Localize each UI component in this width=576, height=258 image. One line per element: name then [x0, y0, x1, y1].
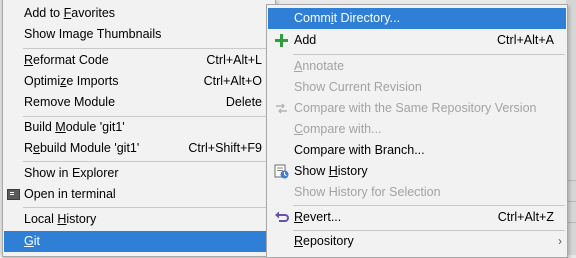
menu-item-label: Optimize Imports — [24, 74, 119, 88]
menu-item-label: Repository — [294, 234, 354, 248]
menu-item-label: Open in terminal — [24, 187, 116, 201]
menu-item-git[interactable]: Git › — [4, 231, 274, 252]
submenu-arrow-icon: › — [558, 234, 562, 248]
menu-item-remove-module[interactable]: Remove Module Delete — [4, 92, 274, 113]
menu-item-rebuild-module[interactable]: Rebuild Module 'git1' Ctrl+Shift+F9 — [4, 138, 274, 159]
menu-item-show-current-revision[interactable]: Show Current Revision — [268, 77, 566, 98]
menu-item-reformat-code[interactable]: Reformat Code Ctrl+Alt+L — [4, 50, 274, 71]
menu-item-label: Add to Favorites — [24, 6, 116, 20]
history-icon — [274, 164, 289, 179]
menu-separator — [23, 48, 273, 49]
terminal-icon — [7, 189, 20, 200]
menu-item-compare-same-repository-version[interactable]: Compare with the Same Repository Version — [268, 98, 566, 119]
menu-item-label: Show Current Revision — [294, 80, 422, 94]
menu-item-label: Commit Directory... — [294, 11, 401, 25]
menu-item-label: Revert... — [294, 210, 342, 224]
menu-item-annotate[interactable]: Annotate — [268, 56, 566, 77]
menu-item-label: Show History for Selection — [294, 185, 441, 199]
shortcut-text: Delete — [225, 95, 262, 109]
menu-item-label: Reformat Code — [24, 53, 109, 67]
menu-item-compare-with-branch[interactable]: Compare with Branch... — [268, 140, 566, 161]
git-submenu: Commit Directory... Add Ctrl+Alt+A Annot… — [266, 4, 568, 258]
menu-item-add-to-favorites[interactable]: Add to Favorites › — [4, 3, 274, 24]
plus-icon — [274, 33, 289, 48]
menu-item-label: Show in Explorer — [24, 166, 119, 180]
menu-separator — [293, 205, 565, 206]
menu-item-label: Show Image Thumbnails — [24, 27, 162, 41]
shortcut-text: Ctrl+Alt+Z — [497, 210, 554, 224]
menu-item-label: Compare with... — [294, 122, 382, 136]
menu-item-label: Rebuild Module 'git1' — [24, 141, 140, 155]
menu-item-label: Show History — [294, 164, 368, 178]
menu-separator — [23, 207, 273, 208]
menu-item-repository[interactable]: Repository › — [268, 231, 566, 252]
menu-item-add[interactable]: Add Ctrl+Alt+A — [268, 30, 566, 51]
menu-item-build-module[interactable]: Build Module 'git1' — [4, 117, 274, 138]
menu-item-label: Compare with the Same Repository Version — [294, 101, 537, 115]
menu-item-label: Remove Module — [24, 95, 116, 109]
menu-item-show-history-for-selection[interactable]: Show History for Selection — [268, 182, 566, 203]
shortcut-text: Ctrl+Shift+F9 — [188, 141, 262, 155]
menu-item-open-in-terminal[interactable]: Open in terminal — [4, 184, 274, 205]
menu-item-show-in-explorer[interactable]: Show in Explorer — [4, 163, 274, 184]
shortcut-text: Ctrl+Alt+L — [206, 53, 262, 67]
menu-separator — [293, 54, 565, 55]
menu-item-label: Local History — [24, 212, 97, 226]
menu-item-label: Annotate — [294, 59, 345, 73]
revert-icon — [274, 210, 289, 225]
menu-item-label: Compare with Branch... — [294, 143, 425, 157]
menu-item-label: Add — [294, 33, 317, 47]
menu-item-compare-with[interactable]: Compare with... — [268, 119, 566, 140]
project-context-menu: Add to Favorites › Show Image Thumbnails… — [2, 0, 276, 257]
menu-item-commit-directory[interactable]: Commit Directory... — [268, 8, 566, 29]
menu-item-label: Build Module 'git1' — [24, 120, 125, 134]
menu-item-optimize-imports[interactable]: Optimize Imports Ctrl+Alt+O — [4, 71, 274, 92]
menu-separator — [23, 161, 273, 162]
menu-item-revert[interactable]: Revert... Ctrl+Alt+Z — [268, 207, 566, 228]
menu-item-local-history[interactable]: Local History › — [4, 209, 274, 230]
menu-item-show-history[interactable]: Show History — [268, 161, 566, 182]
shortcut-text: Ctrl+Alt+O — [203, 74, 262, 88]
shortcut-text: Ctrl+Alt+A — [497, 33, 554, 47]
menu-item-show-image-thumbnails[interactable]: Show Image Thumbnails — [4, 24, 274, 45]
compare-icon — [274, 101, 289, 116]
menu-item-label: Git — [24, 234, 40, 248]
